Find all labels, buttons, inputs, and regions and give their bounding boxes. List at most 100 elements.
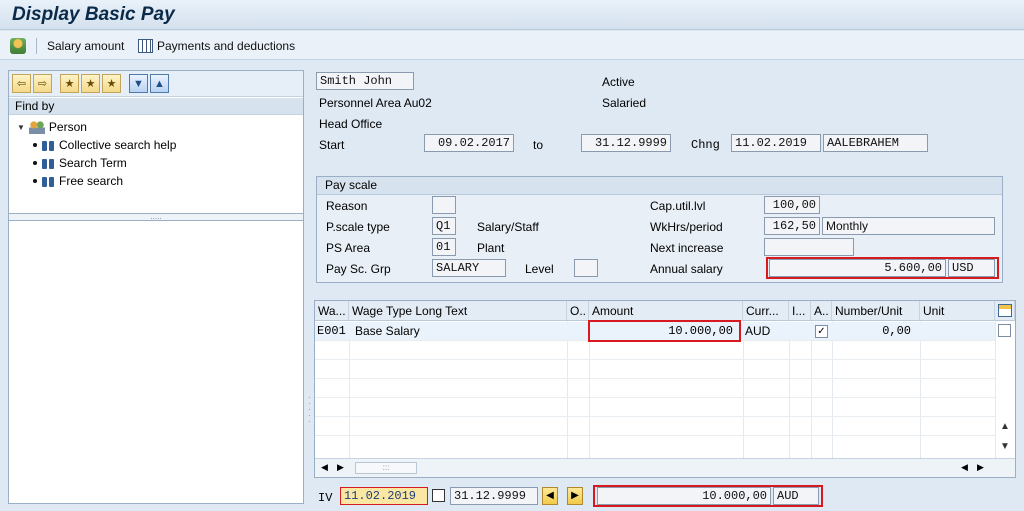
ps-area-label: PS Area	[326, 241, 371, 255]
salary-amount-label[interactable]: Salary amount	[47, 37, 124, 55]
changed-label: Chng	[691, 138, 720, 152]
row-selection-checkbox[interactable]	[998, 324, 1011, 337]
nav-toolbar: ⇦ ⇨ ★ ★ ★ ▼ ▲	[9, 71, 303, 97]
col-header-indirect[interactable]: I...	[789, 301, 811, 321]
scroll-left-end-icon[interactable]: ◀	[961, 462, 968, 473]
toolbar-separator	[36, 38, 37, 54]
grid-line	[811, 321, 812, 458]
org-unit: Head Office	[319, 117, 383, 131]
cell-currency: AUD	[745, 324, 771, 338]
cell-long-text: Base Salary	[355, 324, 420, 338]
grid-line	[832, 321, 833, 458]
grid-line	[315, 416, 995, 417]
reason-label: Reason	[326, 199, 368, 213]
ps-area-field: 01	[432, 238, 456, 256]
table-settings-icon[interactable]	[995, 301, 1015, 321]
highlight-amount	[588, 320, 741, 342]
employee-name-field: Smith John	[316, 72, 414, 90]
col-header-long-text[interactable]: Wage Type Long Text	[349, 301, 567, 321]
navigation-pane: ⇦ ⇨ ★ ★ ★ ▼ ▲ Find by ▼ Person Collectiv…	[8, 70, 304, 504]
cell-wagetype: E001	[317, 324, 346, 338]
favorite-icon[interactable]: ★	[81, 74, 100, 93]
grid-line	[315, 397, 995, 398]
salary-amount-button[interactable]	[10, 37, 32, 55]
grid-line	[349, 321, 350, 458]
employment-status: Active	[602, 75, 635, 89]
start-label: Start	[319, 138, 345, 152]
scroll-right-end-icon[interactable]: ▶	[977, 462, 984, 473]
back-icon[interactable]: ⇦	[12, 74, 31, 93]
pscale-type-label: P.scale type	[326, 220, 390, 234]
cell-number: 0,00	[882, 324, 911, 338]
grid-line	[789, 321, 790, 458]
favorite-add-icon[interactable]: ★	[60, 74, 79, 93]
caputil-field: 100,00	[764, 196, 820, 214]
tree-item-search-term[interactable]: Search Term	[33, 154, 127, 172]
tree-item-collective-search[interactable]: Collective search help	[33, 136, 176, 154]
expand-icon[interactable]: ▲	[150, 74, 169, 93]
pay-scale-group-field: SALARY	[432, 259, 506, 277]
bullet-icon	[33, 161, 37, 165]
col-header-operation[interactable]: O..	[567, 301, 589, 321]
col-header-amount[interactable]: Amount	[589, 301, 743, 321]
tree-item-label: Search Term	[59, 156, 127, 170]
page-title: Display Basic Pay	[12, 4, 175, 25]
col-header-currency[interactable]: Curr...	[743, 301, 789, 321]
grid-line	[567, 321, 568, 458]
horizontal-scrollbar[interactable]: ◀ ▶ ::: ◀ ▶	[315, 458, 1015, 477]
end-date-field: 31.12.9999	[581, 134, 671, 152]
binoculars-icon	[41, 156, 55, 170]
assignment-checkbox[interactable]: ✓	[815, 325, 828, 338]
copy-icon[interactable]	[432, 489, 445, 502]
title-bar: Display Basic Pay	[0, 0, 1024, 30]
pane-splitter[interactable]: .....	[9, 213, 303, 221]
grid-line	[995, 321, 996, 458]
changed-by-field: AALEBRAHEM	[823, 134, 928, 152]
collapse-icon[interactable]: ▼	[129, 74, 148, 93]
vertical-splitter-grip[interactable]: · · · · ·	[308, 394, 312, 426]
tree-node-person[interactable]: ▼ Person	[17, 118, 87, 136]
valid-from-field[interactable]: 11.02.2019	[340, 487, 428, 505]
pscale-type-field: Q1	[432, 217, 456, 235]
find-by-header: Find by	[9, 98, 303, 115]
highlight-annual-salary	[766, 257, 999, 279]
grid-line	[920, 321, 921, 458]
employee-group-status: Salaried	[602, 96, 647, 110]
bullet-icon	[33, 179, 37, 183]
scroll-thumb[interactable]: :::	[355, 462, 417, 474]
tree-item-free-search[interactable]: Free search	[33, 172, 123, 190]
tree-node-label: Person	[48, 120, 87, 134]
col-header-unit[interactable]: Unit	[920, 301, 995, 321]
pay-scale-group-label: Pay Sc. Grp	[326, 262, 391, 276]
scroll-down-icon[interactable]: ▼	[998, 441, 1012, 455]
valid-to-field: 31.12.9999	[450, 487, 538, 505]
pscale-type-text: Salary/Staff	[477, 220, 539, 234]
scroll-left-icon[interactable]: ◀	[321, 462, 328, 473]
person-money-icon	[10, 38, 26, 54]
wkhrs-field: 162,50	[764, 217, 820, 235]
tree-item-label: Free search	[59, 174, 124, 188]
wkhrs-unit-field: Monthly	[822, 217, 995, 235]
col-header-number-unit[interactable]: Number/Unit	[832, 301, 920, 321]
tree-item-label: Collective search help	[59, 138, 177, 152]
forward-icon[interactable]: ⇨	[33, 74, 52, 93]
next-record-icon[interactable]: ▶	[567, 487, 583, 505]
bullet-icon	[33, 143, 37, 147]
application-toolbar: Salary amount Payments and deductions	[0, 31, 1024, 60]
payments-deductions-label: Payments and deductions	[157, 39, 296, 53]
personnel-area: Personnel Area Au02	[319, 96, 432, 110]
reason-field	[432, 196, 456, 214]
favorite-edit-icon[interactable]: ★	[102, 74, 121, 93]
grid-line	[743, 321, 744, 458]
start-date-field: 09.02.2017	[424, 134, 514, 152]
scroll-up-icon[interactable]: ▲	[998, 421, 1012, 435]
table-icon	[138, 39, 153, 53]
expand-arrow-icon[interactable]: ▼	[17, 123, 25, 132]
col-header-assign[interactable]: A..	[811, 301, 832, 321]
pay-scale-title: Pay scale	[317, 177, 1002, 195]
col-header-wagetype[interactable]: Wa...	[315, 301, 349, 321]
payments-deductions-button[interactable]: Payments and deductions	[138, 37, 295, 55]
scroll-right-icon[interactable]: ▶	[337, 462, 344, 473]
binoculars-icon	[41, 174, 55, 188]
previous-record-icon[interactable]: ◀	[542, 487, 558, 505]
